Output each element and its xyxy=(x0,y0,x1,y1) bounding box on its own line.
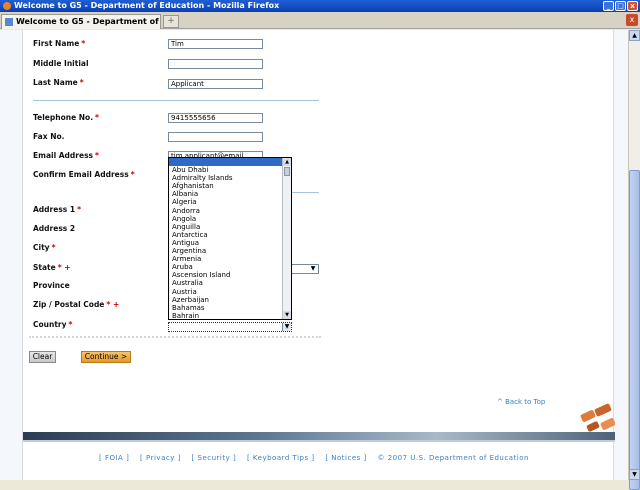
continue-button[interactable]: Continue > xyxy=(81,351,131,363)
tab-g5-education[interactable]: Welcome to G5 - Department of Edu... xyxy=(1,14,161,29)
country-option[interactable]: Bahrain xyxy=(169,312,291,319)
country-option[interactable]: Albania xyxy=(169,190,291,198)
country-option[interactable]: Armenia xyxy=(169,255,291,263)
new-tab-button[interactable]: + xyxy=(163,15,179,28)
fax-label: Fax No. xyxy=(33,132,65,141)
copyright-text: © 2007 U.S. Department of Education xyxy=(377,454,529,462)
security-link[interactable]: [ Security ] xyxy=(192,454,237,462)
country-option[interactable]: Ascension Island xyxy=(169,271,291,279)
page-scrollbar[interactable]: ▲ ▼ xyxy=(628,30,640,490)
scroll-up-icon[interactable]: ▲ xyxy=(283,158,291,166)
state-label: State * + xyxy=(33,263,71,272)
country-option[interactable]: Angola xyxy=(169,215,291,223)
scroll-down-icon[interactable]: ▼ xyxy=(283,311,291,319)
middle-initial-label: Middle Initial xyxy=(33,59,89,68)
maximize-button[interactable]: □ xyxy=(615,1,626,11)
province-label: Province xyxy=(33,281,70,290)
section-divider xyxy=(33,100,319,101)
footer-band xyxy=(23,432,615,440)
dotted-divider xyxy=(29,336,321,340)
fax-input[interactable] xyxy=(168,132,263,142)
zip-label: Zip / Postal Code * + xyxy=(33,300,120,309)
country-option[interactable] xyxy=(169,158,291,167)
scroll-up-icon[interactable]: ▲ xyxy=(629,30,640,41)
page-favicon-icon xyxy=(5,18,13,26)
window-title: Welcome to G5 - Department of Education … xyxy=(14,1,280,10)
window-controls: _ □ x xyxy=(603,1,638,11)
country-option[interactable]: Admiralty Islands xyxy=(169,174,291,182)
country-option[interactable]: Antigua xyxy=(169,239,291,247)
scroll-thumb[interactable] xyxy=(284,167,290,176)
country-option[interactable]: Afghanistan xyxy=(169,182,291,190)
country-option[interactable]: Andorra xyxy=(169,207,291,215)
scroll-thumb[interactable] xyxy=(629,170,640,490)
registration-page: First Name * Tim Middle Initial Last Name… xyxy=(22,30,615,480)
city-label: City * xyxy=(33,243,56,252)
keyboard-tips-link[interactable]: [ Keyboard Tips ] xyxy=(247,454,315,462)
page-viewport: First Name * Tim Middle Initial Last Name… xyxy=(0,30,628,480)
country-option[interactable]: Argentina xyxy=(169,247,291,255)
country-option[interactable]: Australia xyxy=(169,279,291,287)
country-option[interactable]: Anguilla xyxy=(169,223,291,231)
middle-initial-input[interactable] xyxy=(168,59,263,69)
country-option[interactable]: Azerbaijan xyxy=(169,296,291,304)
tab-label: Welcome to G5 - Department of Edu... xyxy=(16,17,160,26)
privacy-link[interactable]: [ Privacy ] xyxy=(140,454,181,462)
scroll-down-icon[interactable]: ▼ xyxy=(629,469,640,480)
firefox-icon xyxy=(3,2,11,10)
close-window-button[interactable]: x xyxy=(627,1,638,11)
country-option[interactable]: Bahamas xyxy=(169,304,291,312)
country-option[interactable]: Aruba xyxy=(169,263,291,271)
chevron-down-icon[interactable]: ▼ xyxy=(282,323,291,331)
decorative-image xyxy=(571,390,615,432)
back-to-top-link[interactable]: ^ Back to Top xyxy=(497,398,545,406)
chevron-down-icon: ▼ xyxy=(310,265,316,272)
window-titlebar: Welcome to G5 - Department of Education … xyxy=(0,0,640,12)
minimize-button[interactable]: _ xyxy=(603,1,614,11)
country-select[interactable]: ▼ xyxy=(168,322,292,332)
address2-label: Address 2 xyxy=(33,224,76,233)
section-divider xyxy=(289,192,319,193)
first-name-input[interactable]: Tim xyxy=(168,39,263,49)
close-tab-button[interactable]: x xyxy=(626,14,638,26)
email-label: Email Address * xyxy=(33,151,99,160)
last-name-label: Last Name * xyxy=(33,78,84,87)
address1-label: Address 1 * xyxy=(33,205,82,214)
first-name-label: First Name * xyxy=(33,39,86,48)
country-label: Country * xyxy=(33,320,73,329)
dropdown-scrollbar[interactable]: ▲ ▼ xyxy=(282,158,291,319)
country-dropdown-list[interactable]: Abu Dhabi Admiralty Islands Afghanistan Alb… xyxy=(168,157,292,320)
clear-button[interactable]: Clear xyxy=(29,351,56,363)
country-option[interactable]: Austria xyxy=(169,288,291,296)
country-option[interactable]: Antarctica xyxy=(169,231,291,239)
country-option[interactable]: Algeria xyxy=(169,198,291,206)
country-option[interactable]: Abu Dhabi xyxy=(169,166,291,174)
footer-band-light xyxy=(23,440,615,442)
telephone-label: Telephone No. * xyxy=(33,113,99,122)
foia-link[interactable]: [ FOIA ] xyxy=(99,454,129,462)
confirm-email-label: Confirm Email Address * xyxy=(33,170,135,179)
last-name-input[interactable]: Applicant xyxy=(168,79,263,89)
notices-link[interactable]: [ Notices ] xyxy=(325,454,366,462)
footer-links: [ FOIA ] [ Privacy ] [ Security ] [ Keyb… xyxy=(99,454,537,462)
telephone-input[interactable]: 9415555656 xyxy=(168,113,263,123)
tab-bar: Welcome to G5 - Department of Edu... + x xyxy=(0,12,640,29)
